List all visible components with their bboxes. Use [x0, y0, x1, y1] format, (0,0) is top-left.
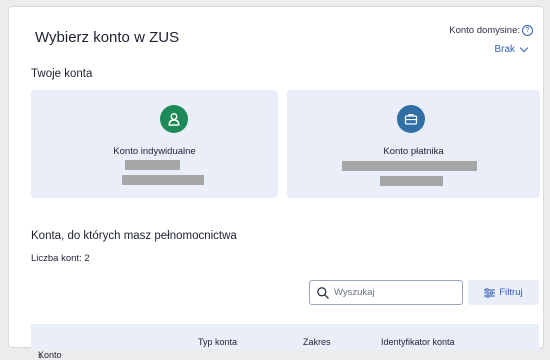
person-icon [160, 105, 188, 133]
filter-label: Filtruj [499, 287, 523, 298]
default-account-label-row: Konto domysine: ? [449, 25, 533, 36]
column-identyfikator[interactable]: Identyfikator konta [381, 337, 455, 347]
redacted-text [122, 175, 204, 185]
card-individual-label: Konto indywidualne [113, 146, 196, 157]
card-payer-label: Konto płatnika [383, 146, 444, 157]
search-field[interactable] [309, 280, 463, 305]
redacted-text [125, 160, 180, 170]
search-icon [317, 286, 329, 299]
column-zakres[interactable]: Zakres [303, 337, 331, 347]
column-konto-label: Konto [38, 350, 62, 360]
help-icon[interactable]: ? [522, 25, 533, 36]
default-account-select[interactable]: Brak [494, 43, 529, 55]
redacted-text [380, 176, 443, 186]
search-input[interactable] [334, 287, 452, 298]
account-count: Liczba kont: 2 [31, 253, 90, 264]
briefcase-icon [397, 105, 425, 133]
own-accounts-title: Twoje konta [31, 68, 93, 80]
chevron-down-icon [519, 43, 529, 53]
account-selection-panel: Wybierz konto w ZUS Konto domysine: ? Br… [8, 6, 544, 360]
table-header: ↓ Konto Typ konta Zakres Identyfikator ko… [31, 324, 539, 360]
column-typ-konta[interactable]: Typ konta [198, 337, 237, 347]
card-individual-account[interactable]: Konto indywidualne [31, 90, 278, 198]
redacted-text [342, 161, 477, 171]
card-payer-account[interactable]: Konto płatnika [287, 90, 540, 198]
page-title: Wybierz konto w ZUS [35, 29, 180, 46]
filter-button[interactable]: Filtruj [468, 280, 539, 305]
proxy-accounts-title: Konta, do których masz pełnomocnictwa [31, 230, 237, 242]
default-account-value: Brak [494, 44, 515, 55]
default-account-label: Konto domysine: [449, 25, 520, 36]
filter-sliders-icon [484, 287, 496, 298]
